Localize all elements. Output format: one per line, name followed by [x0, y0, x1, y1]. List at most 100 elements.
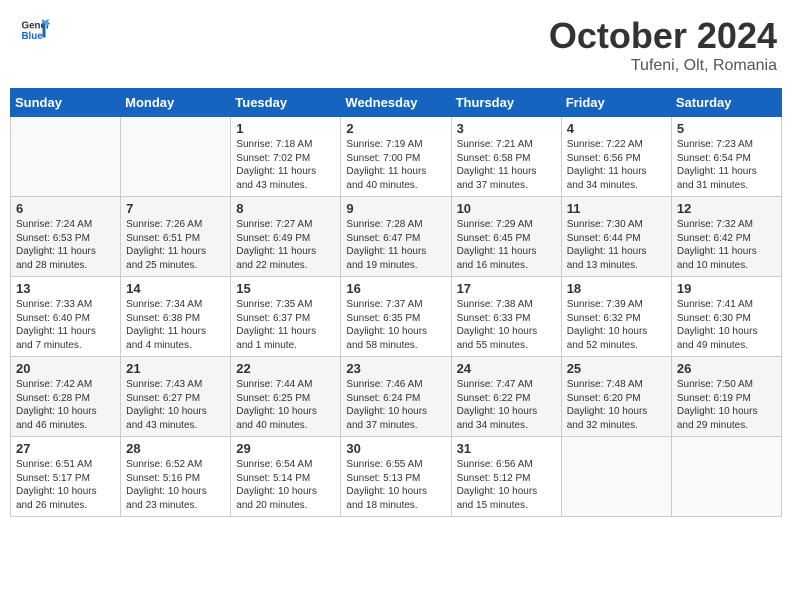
title-area: October 2024 Tufeni, Olt, Romania: [549, 15, 777, 75]
day-info: Sunrise: 7:38 AM Sunset: 6:33 PM Dayligh…: [457, 298, 556, 352]
column-header-monday: Monday: [121, 89, 231, 117]
day-info: Sunrise: 7:27 AM Sunset: 6:49 PM Dayligh…: [236, 218, 335, 272]
day-number: 23: [346, 361, 445, 376]
day-number: 14: [126, 281, 225, 296]
column-header-sunday: Sunday: [11, 89, 121, 117]
day-number: 12: [677, 201, 776, 216]
calendar-week-row: 1Sunrise: 7:18 AM Sunset: 7:02 PM Daylig…: [11, 117, 782, 197]
day-number: 20: [16, 361, 115, 376]
day-info: Sunrise: 6:51 AM Sunset: 5:17 PM Dayligh…: [16, 458, 115, 512]
day-number: 21: [126, 361, 225, 376]
column-header-friday: Friday: [561, 89, 671, 117]
day-number: 22: [236, 361, 335, 376]
day-number: 11: [567, 201, 666, 216]
day-number: 1: [236, 121, 335, 136]
logo-icon: General Blue: [20, 15, 50, 45]
day-info: Sunrise: 6:56 AM Sunset: 5:12 PM Dayligh…: [457, 458, 556, 512]
column-header-saturday: Saturday: [671, 89, 781, 117]
day-info: Sunrise: 7:21 AM Sunset: 6:58 PM Dayligh…: [457, 138, 556, 192]
day-number: 9: [346, 201, 445, 216]
day-number: 13: [16, 281, 115, 296]
day-number: 18: [567, 281, 666, 296]
day-info: Sunrise: 7:50 AM Sunset: 6:19 PM Dayligh…: [677, 378, 776, 432]
calendar-week-row: 20 Sunrise: 7:42 AM Sunset: 6:28 PM Dayli…: [11, 357, 782, 437]
calendar-day-cell: 12 Sunrise: 7:32 AM Sunset: 6:42 PM Dayli…: [671, 197, 781, 277]
day-info: Sunrise: 7:29 AM Sunset: 6:45 PM Dayligh…: [457, 218, 556, 272]
day-info: Sunrise: 7:26 AM Sunset: 6:51 PM Dayligh…: [126, 218, 225, 272]
day-number: 26: [677, 361, 776, 376]
location: Tufeni, Olt, Romania: [549, 57, 777, 75]
calendar-day-cell: 30 Sunrise: 6:55 AM Sunset: 5:13 PM Dayli…: [341, 437, 451, 517]
day-info: Sunrise: 7:32 AM Sunset: 6:42 PM Dayligh…: [677, 218, 776, 272]
calendar-day-cell: 2 Sunrise: 7:19 AM Sunset: 7:00 PM Daylig…: [341, 117, 451, 197]
calendar-day-cell: 29Sunrise: 6:54 AM Sunset: 5:14 PM Dayli…: [231, 437, 341, 517]
day-info: Sunrise: 7:43 AM Sunset: 6:27 PM Dayligh…: [126, 378, 225, 432]
day-number: 7: [126, 201, 225, 216]
column-header-thursday: Thursday: [451, 89, 561, 117]
calendar-week-row: 27 Sunrise: 6:51 AM Sunset: 5:17 PM Dayli…: [11, 437, 782, 517]
calendar-day-cell: 31 Sunrise: 6:56 AM Sunset: 5:12 PM Dayli…: [451, 437, 561, 517]
day-info: Sunrise: 7:30 AM Sunset: 6:44 PM Dayligh…: [567, 218, 666, 272]
day-number: 19: [677, 281, 776, 296]
day-number: 16: [346, 281, 445, 296]
calendar-day-cell: 27 Sunrise: 6:51 AM Sunset: 5:17 PM Dayli…: [11, 437, 121, 517]
day-info: Sunrise: 7:46 AM Sunset: 6:24 PM Dayligh…: [346, 378, 445, 432]
day-number: 31: [457, 441, 556, 456]
calendar-day-cell: 1Sunrise: 7:18 AM Sunset: 7:02 PM Daylig…: [231, 117, 341, 197]
day-number: 28: [126, 441, 225, 456]
day-number: 17: [457, 281, 556, 296]
calendar-header-row: SundayMondayTuesdayWednesdayThursdayFrid…: [11, 89, 782, 117]
day-number: 3: [457, 121, 556, 136]
calendar-day-cell: 4 Sunrise: 7:22 AM Sunset: 6:56 PM Daylig…: [561, 117, 671, 197]
calendar-day-cell: 8 Sunrise: 7:27 AM Sunset: 6:49 PM Daylig…: [231, 197, 341, 277]
calendar-day-cell: [671, 437, 781, 517]
day-number: 8: [236, 201, 335, 216]
calendar-day-cell: 21 Sunrise: 7:43 AM Sunset: 6:27 PM Dayli…: [121, 357, 231, 437]
day-number: 15: [236, 281, 335, 296]
day-number: 27: [16, 441, 115, 456]
day-info: Sunrise: 7:44 AM Sunset: 6:25 PM Dayligh…: [236, 378, 335, 432]
logo: General Blue: [20, 15, 50, 45]
day-number: 2: [346, 121, 445, 136]
calendar-day-cell: 23 Sunrise: 7:46 AM Sunset: 6:24 PM Dayli…: [341, 357, 451, 437]
column-header-tuesday: Tuesday: [231, 89, 341, 117]
day-info: Sunrise: 7:24 AM Sunset: 6:53 PM Dayligh…: [16, 218, 115, 272]
day-number: 6: [16, 201, 115, 216]
calendar-day-cell: 18 Sunrise: 7:39 AM Sunset: 6:32 PM Dayli…: [561, 277, 671, 357]
calendar-day-cell: 15Sunrise: 7:35 AM Sunset: 6:37 PM Dayli…: [231, 277, 341, 357]
day-info: Sunrise: 7:39 AM Sunset: 6:32 PM Dayligh…: [567, 298, 666, 352]
calendar-day-cell: 5 Sunrise: 7:23 AM Sunset: 6:54 PM Daylig…: [671, 117, 781, 197]
day-number: 30: [346, 441, 445, 456]
calendar-day-cell: [11, 117, 121, 197]
calendar-day-cell: 28 Sunrise: 6:52 AM Sunset: 5:16 PM Dayli…: [121, 437, 231, 517]
day-info: Sunrise: 6:52 AM Sunset: 5:16 PM Dayligh…: [126, 458, 225, 512]
day-number: 29: [236, 441, 335, 456]
day-number: 24: [457, 361, 556, 376]
column-header-wednesday: Wednesday: [341, 89, 451, 117]
day-info: Sunrise: 7:42 AM Sunset: 6:28 PM Dayligh…: [16, 378, 115, 432]
calendar-day-cell: 14 Sunrise: 7:34 AM Sunset: 6:38 PM Dayli…: [121, 277, 231, 357]
page-header: General Blue October 2024 Tufeni, Olt, R…: [10, 10, 782, 80]
day-number: 5: [677, 121, 776, 136]
calendar-table: SundayMondayTuesdayWednesdayThursdayFrid…: [10, 88, 782, 517]
day-info: Sunrise: 7:47 AM Sunset: 6:22 PM Dayligh…: [457, 378, 556, 432]
svg-text:Blue: Blue: [22, 31, 44, 42]
day-info: Sunrise: 6:55 AM Sunset: 5:13 PM Dayligh…: [346, 458, 445, 512]
calendar-day-cell: 25Sunrise: 7:48 AM Sunset: 6:20 PM Dayli…: [561, 357, 671, 437]
calendar-day-cell: 13Sunrise: 7:33 AM Sunset: 6:40 PM Dayli…: [11, 277, 121, 357]
month-title: October 2024: [549, 15, 777, 57]
day-info: Sunrise: 7:34 AM Sunset: 6:38 PM Dayligh…: [126, 298, 225, 352]
day-info: Sunrise: 7:23 AM Sunset: 6:54 PM Dayligh…: [677, 138, 776, 192]
calendar-day-cell: 3 Sunrise: 7:21 AM Sunset: 6:58 PM Daylig…: [451, 117, 561, 197]
calendar-day-cell: 9Sunrise: 7:28 AM Sunset: 6:47 PM Daylig…: [341, 197, 451, 277]
day-info: Sunrise: 7:37 AM Sunset: 6:35 PM Dayligh…: [346, 298, 445, 352]
calendar-day-cell: [561, 437, 671, 517]
day-info: Sunrise: 7:22 AM Sunset: 6:56 PM Dayligh…: [567, 138, 666, 192]
calendar-day-cell: 24 Sunrise: 7:47 AM Sunset: 6:22 PM Dayli…: [451, 357, 561, 437]
calendar-day-cell: 10 Sunrise: 7:29 AM Sunset: 6:45 PM Dayli…: [451, 197, 561, 277]
day-info: Sunrise: 7:19 AM Sunset: 7:00 PM Dayligh…: [346, 138, 445, 192]
day-number: 10: [457, 201, 556, 216]
day-number: 4: [567, 121, 666, 136]
day-info: Sunrise: 7:41 AM Sunset: 6:30 PM Dayligh…: [677, 298, 776, 352]
calendar-day-cell: 11 Sunrise: 7:30 AM Sunset: 6:44 PM Dayli…: [561, 197, 671, 277]
